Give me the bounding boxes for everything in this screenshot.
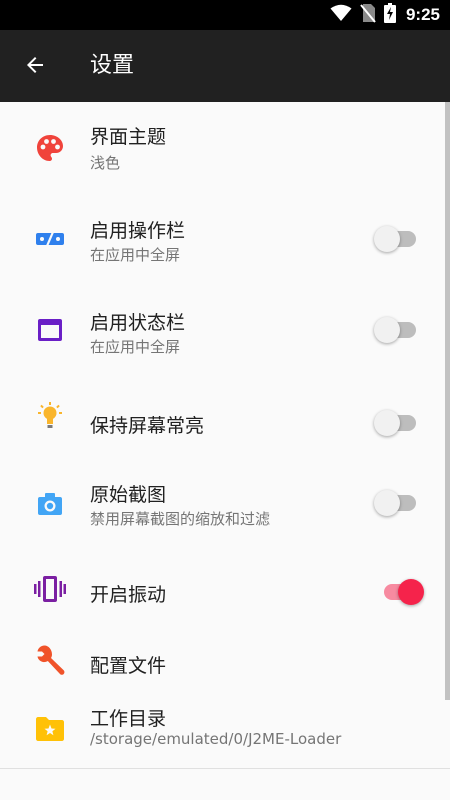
setting-subtitle: 禁用屏幕截图的缩放和过滤 [90, 510, 271, 528]
window-icon [32, 312, 68, 348]
battery-charging-icon [383, 3, 396, 27]
wifi-icon [330, 4, 352, 26]
toolbar: 设置 [0, 30, 450, 102]
setting-title: 保持屏幕常亮 [90, 415, 205, 437]
action-bar-icon [32, 221, 68, 257]
setting-raw-screenshot[interactable]: 原始截图 禁用屏幕截图的缩放和过滤 [0, 464, 450, 558]
setting-title: 开启振动 [90, 584, 167, 606]
raw-screenshot-toggle[interactable] [374, 489, 424, 517]
page-title: 设置 [90, 53, 135, 78]
setting-keep-screen-on[interactable]: 保持屏幕常亮 [0, 384, 450, 464]
palette-icon [32, 130, 68, 166]
setting-action-bar[interactable]: 启用操作栏 在应用中全屏 [0, 200, 450, 290]
no-sim-icon [360, 3, 376, 27]
setting-title: 启用状态栏 [90, 312, 186, 334]
setting-subtitle: 在应用中全屏 [90, 338, 181, 356]
setting-title: 工作目录 [90, 708, 167, 730]
action-bar-toggle[interactable] [374, 225, 424, 253]
setting-title: 界面主题 [90, 126, 167, 148]
setting-title: 启用操作栏 [90, 220, 186, 242]
setting-working-directory[interactable]: 工作目录 /storage/emulated/0/J2ME-Loader [0, 698, 450, 770]
setting-title: 原始截图 [90, 484, 167, 506]
setting-subtitle: /storage/emulated/0/J2ME-Loader [90, 730, 342, 748]
setting-profiles[interactable]: 配置文件 [0, 626, 450, 698]
keep-screen-on-toggle[interactable] [374, 409, 424, 437]
setting-status-bar[interactable]: 启用状态栏 在应用中全屏 [0, 290, 450, 384]
setting-subtitle: 在应用中全屏 [90, 246, 181, 264]
vibration-toggle[interactable] [374, 578, 424, 606]
camera-icon [32, 486, 68, 522]
vibration-icon [32, 571, 68, 607]
back-button[interactable] [12, 44, 58, 90]
divider [0, 768, 450, 769]
status-icons: 9:25 [330, 0, 440, 30]
setting-theme[interactable]: 界面主题 浅色 [0, 102, 450, 200]
status-bar: 9:25 [0, 0, 450, 30]
setting-title: 配置文件 [90, 655, 167, 677]
wrench-icon [32, 642, 68, 678]
scrollbar[interactable] [445, 102, 450, 700]
settings-list: 界面主题 浅色 启用操作栏 在应用中全屏 启用状态栏 在应用中全屏 保持屏幕常亮… [0, 102, 450, 800]
arrow-back-icon [23, 53, 47, 81]
folder-star-icon [32, 711, 68, 747]
status-bar-toggle[interactable] [374, 316, 424, 344]
lightbulb-icon [32, 398, 68, 434]
setting-vibration[interactable]: 开启振动 [0, 558, 450, 626]
status-time: 9:25 [405, 5, 440, 24]
setting-subtitle: 浅色 [90, 154, 121, 172]
